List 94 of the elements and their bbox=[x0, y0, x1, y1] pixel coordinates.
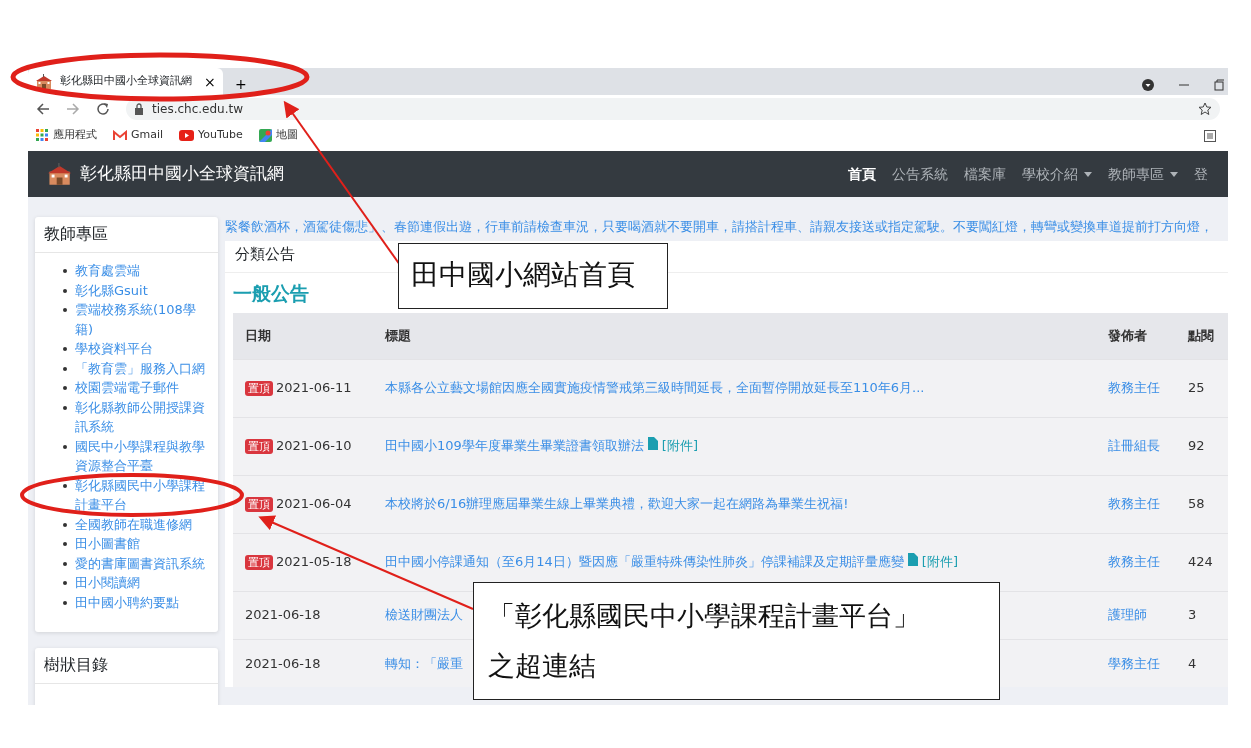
maximize-icon[interactable] bbox=[1214, 79, 1224, 91]
sidebar-link[interactable]: 田小閱讀網 bbox=[75, 573, 140, 593]
school-icon bbox=[48, 163, 72, 185]
school-icon bbox=[36, 73, 52, 90]
bullet-icon bbox=[63, 366, 67, 371]
sidebar-link[interactable]: 校園雲端電子郵件 bbox=[75, 378, 179, 398]
attachment-link[interactable]: [附件] bbox=[921, 554, 958, 570]
card-title: 教師專區 bbox=[35, 217, 218, 253]
table-cell: 58 bbox=[1176, 475, 1228, 533]
publisher-link[interactable]: 註冊組長 bbox=[1108, 438, 1160, 454]
table-cell: 2021-06-18 bbox=[233, 591, 373, 639]
sidebar-link[interactable]: 「教育雲」服務入口網 bbox=[75, 358, 205, 378]
address-bar[interactable]: ties.chc.edu.tw bbox=[126, 97, 1220, 120]
column-header: 點閱 bbox=[1176, 313, 1228, 359]
bullet-icon bbox=[63, 269, 67, 273]
bullet-icon bbox=[63, 444, 67, 449]
pinned-badge: 置頂 bbox=[245, 439, 273, 455]
sidebar-link[interactable]: 彰化縣教師公開授課資訊系統 bbox=[75, 397, 210, 437]
tab-title: 彰化縣田中國小全球資訊網 bbox=[60, 73, 192, 90]
publisher-link[interactable]: 教務主任 bbox=[1108, 554, 1160, 570]
column-header: 日期 bbox=[233, 313, 373, 359]
bullet-icon bbox=[63, 600, 67, 605]
sidebar-link[interactable]: 田小圖書館 bbox=[75, 534, 140, 554]
column-header: 發佈者 bbox=[1096, 313, 1176, 359]
bullet-icon bbox=[63, 522, 67, 527]
reading-list-icon[interactable] bbox=[1204, 129, 1216, 142]
date-text: 2021-06-10 bbox=[276, 438, 352, 454]
bullet-icon bbox=[63, 581, 67, 585]
date-text: 2021-06-04 bbox=[276, 496, 352, 512]
callout-box: 「彰化縣國民中小學課程計畫平台」之超連結 bbox=[473, 582, 1000, 700]
bullet-icon bbox=[63, 483, 67, 488]
post-link[interactable]: 本校將於6/16辦理應屆畢業生線上畢業典禮，歡迎大家一起在網路為畢業生祝福! bbox=[385, 496, 849, 512]
attachment-link[interactable]: [附件] bbox=[661, 438, 698, 454]
section-heading: 一般公告 bbox=[233, 280, 310, 306]
nav-link[interactable]: 檔案庫 bbox=[964, 163, 1006, 185]
post-link[interactable]: 田中國小109學年度畢業生畢業證書領取辦法 bbox=[385, 438, 644, 454]
map-icon bbox=[258, 129, 272, 142]
close-button[interactable]: × bbox=[200, 74, 220, 89]
card-title: 樹狀目錄 bbox=[35, 648, 218, 684]
profile-icon[interactable] bbox=[1142, 79, 1154, 91]
file-icon bbox=[907, 553, 918, 567]
bullet-icon bbox=[63, 542, 67, 546]
new-tab-button[interactable]: + bbox=[231, 77, 251, 91]
column-header: 標題 bbox=[373, 313, 1096, 359]
sidebar-link[interactable]: 田中國小聘約要點 bbox=[75, 592, 179, 612]
post-link[interactable]: 檢送財團法人 bbox=[385, 607, 463, 623]
sidebar-link[interactable]: 雲端校務系統(108學籍) bbox=[75, 300, 210, 339]
date-text: 2021-05-18 bbox=[276, 554, 352, 570]
table-cell: 25 bbox=[1176, 359, 1228, 417]
sidebar-link[interactable]: 教育處雲端 bbox=[75, 261, 140, 281]
pinned-badge: 置頂 bbox=[245, 381, 273, 397]
table-cell: 424 bbox=[1176, 533, 1228, 591]
date-text: 2021-06-11 bbox=[276, 380, 352, 396]
bullet-icon bbox=[63, 386, 67, 390]
sidebar-link[interactable]: 國民中小學課程與教學資源整合平臺 bbox=[75, 436, 210, 476]
pinned-badge: 置頂 bbox=[245, 497, 273, 513]
browser-tab[interactable]: 彰化縣田中國小全球資訊網 × bbox=[28, 68, 223, 95]
publisher-link[interactable]: 教務主任 bbox=[1108, 496, 1160, 512]
file-icon bbox=[647, 437, 658, 451]
table-cell: 4 bbox=[1176, 639, 1228, 687]
bullet-icon bbox=[63, 405, 67, 410]
apps-icon bbox=[36, 129, 49, 142]
bookmark[interactable]: 地圖 bbox=[258, 127, 298, 144]
nav-link[interactable]: 登 bbox=[1194, 163, 1208, 185]
bookmark[interactable]: 應用程式 bbox=[36, 127, 97, 144]
bullet-icon bbox=[63, 288, 67, 293]
mail-icon bbox=[113, 130, 127, 141]
lock-icon bbox=[134, 102, 144, 115]
star-icon[interactable] bbox=[1198, 101, 1212, 116]
bullet-icon bbox=[63, 561, 67, 566]
sidebar-link[interactable]: 愛的書庫圖書資訊系統 bbox=[75, 553, 205, 573]
sidebar-link[interactable]: 彰化縣Gsuit bbox=[75, 280, 148, 300]
nav-link[interactable]: 首頁 bbox=[848, 163, 876, 185]
bookmark[interactable]: YouTube bbox=[179, 127, 243, 144]
post-link[interactable]: 田中國小停課通知（至6月14日）暨因應「嚴重特殊傳染性肺炎」停課補課及定期評量應變 bbox=[385, 554, 904, 570]
bullet-icon bbox=[63, 347, 67, 351]
nav-link[interactable]: 公告系統 bbox=[892, 163, 948, 185]
publisher-link[interactable]: 教務主任 bbox=[1108, 380, 1160, 396]
sidebar-link[interactable]: 全國教師在職進修網 bbox=[75, 514, 192, 534]
table-cell: 3 bbox=[1176, 591, 1228, 639]
nav-link[interactable]: 學校介紹 bbox=[1022, 163, 1092, 185]
bullet-icon bbox=[63, 308, 67, 312]
sidebar-link[interactable]: 學校資料平台 bbox=[75, 339, 153, 359]
table-cell: 92 bbox=[1176, 417, 1228, 475]
nav-link[interactable]: 教師專區 bbox=[1108, 163, 1178, 185]
pinned-badge: 置頂 bbox=[245, 555, 273, 571]
back-icon[interactable] bbox=[36, 101, 50, 116]
post-link[interactable]: 轉知：「嚴重 bbox=[385, 655, 463, 671]
reload-icon[interactable] bbox=[96, 101, 110, 116]
table-cell: 2021-06-18 bbox=[233, 639, 373, 687]
site-brand[interactable]: 彰化縣田中國小全球資訊網 bbox=[80, 161, 284, 187]
bookmark[interactable]: Gmail bbox=[113, 127, 164, 144]
publisher-link[interactable]: 護理師 bbox=[1108, 607, 1147, 623]
play-icon bbox=[179, 130, 195, 141]
